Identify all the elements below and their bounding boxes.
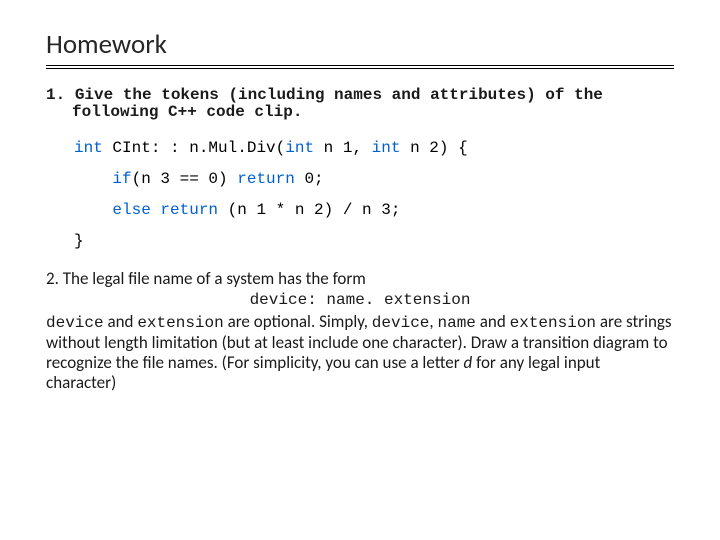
q2-text: and <box>476 311 510 332</box>
title-underline <box>46 65 674 69</box>
code-text: n 1, <box>314 139 372 157</box>
page-title: Homework <box>46 28 674 61</box>
code-block: int CInt: : n.Mul.Div(int n 1, int n 2) … <box>74 133 674 258</box>
q2-form: device: name. extension <box>46 291 674 310</box>
q1-line1: Give the tokens (including names and att… <box>75 86 603 104</box>
code-text: 0; <box>295 170 324 188</box>
keyword-else: else <box>112 201 150 219</box>
question-2: 2. The legal file name of a system has t… <box>46 269 674 393</box>
code-line-2: if(n 3 == 0) return 0; <box>74 164 674 195</box>
code-text: (n 3 == 0) <box>132 170 238 188</box>
q2-text: and <box>104 311 138 332</box>
mono-extension: extension <box>137 314 223 332</box>
question-1: 1. Give the tokens (including names and … <box>46 87 674 121</box>
code-text: (n 1 * n 2) / n 3; <box>218 201 400 219</box>
q2-line1: 2. The legal file name of a system has t… <box>46 268 366 289</box>
keyword-int: int <box>74 139 103 157</box>
q2-text: , <box>429 311 437 332</box>
keyword-int: int <box>285 139 314 157</box>
mono-device: device <box>46 314 104 332</box>
keyword-if: if <box>112 170 131 188</box>
code-line-4: } <box>74 226 674 257</box>
code-line-1: int CInt: : n.Mul.Div(int n 1, int n 2) … <box>74 133 674 164</box>
keyword-return: return <box>237 170 295 188</box>
code-text <box>151 201 161 219</box>
q1-number: 1. <box>46 86 65 104</box>
code-text: n 2) { <box>400 139 467 157</box>
mono-extension: extension <box>510 314 596 332</box>
q1-line2: following C++ code clip. <box>46 103 302 121</box>
keyword-int: int <box>372 139 401 157</box>
mono-device: device <box>372 314 430 332</box>
italic-d: d <box>464 352 473 373</box>
code-text: } <box>74 232 84 250</box>
q2-text: are optional. Simply, <box>224 311 372 332</box>
mono-name: name <box>438 314 476 332</box>
slide: Homework 1. Give the tokens (including n… <box>0 0 720 413</box>
keyword-return: return <box>160 201 218 219</box>
code-text: CInt: : n.Mul.Div( <box>103 139 285 157</box>
code-line-3: else return (n 1 * n 2) / n 3; <box>74 195 674 226</box>
